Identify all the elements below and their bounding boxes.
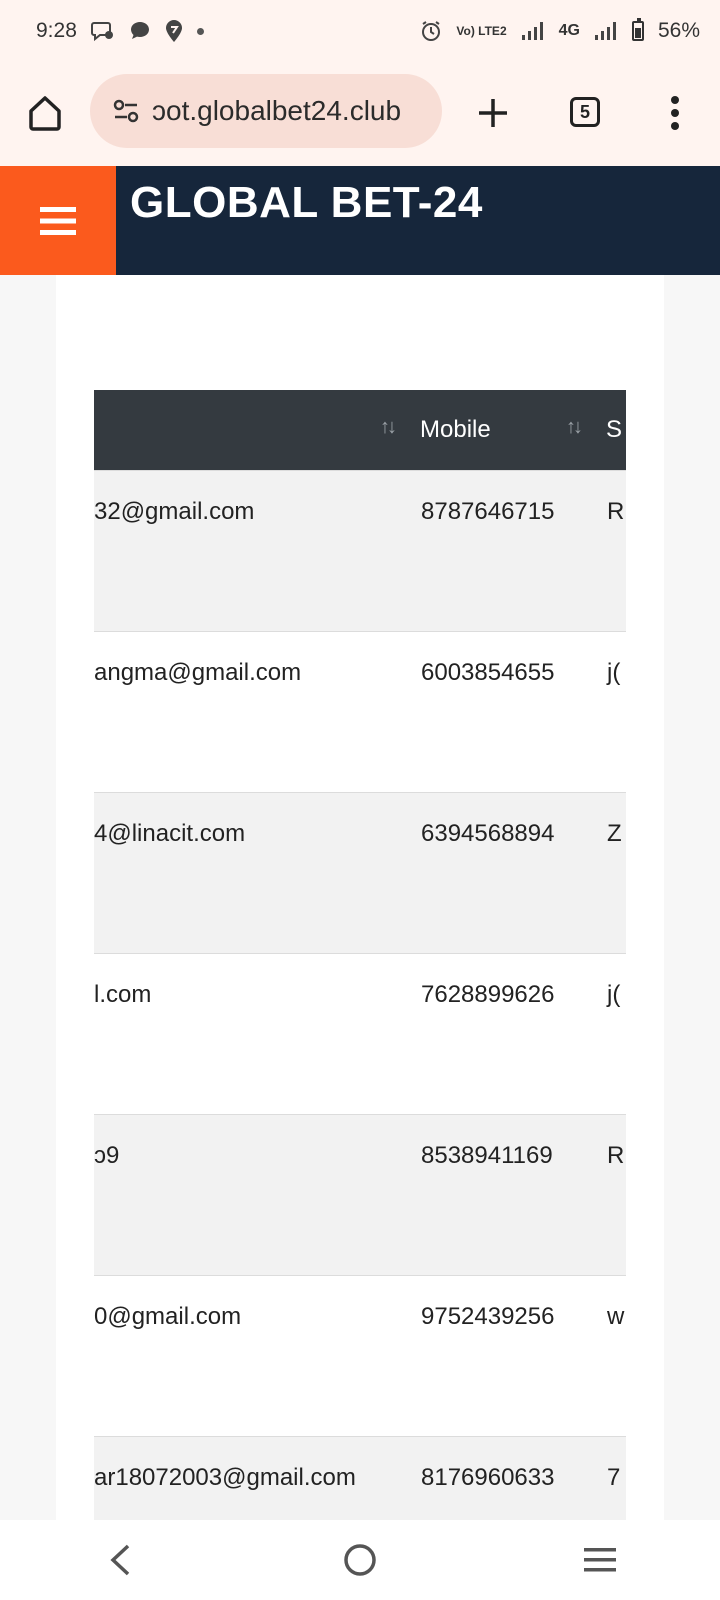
- messenger-notification-icon: [90, 20, 115, 42]
- volte-indicator: Vo) LTE2: [456, 23, 507, 38]
- home-icon: [29, 96, 61, 131]
- email-cell: angma@gmail.com: [94, 658, 302, 686]
- table-row: 32@gmail.com 8787646715 R: [94, 470, 626, 631]
- email-cell: 32@gmail.com: [94, 497, 255, 525]
- alarm-icon: [420, 20, 442, 42]
- header-s[interactable]: S: [606, 390, 626, 470]
- recents-button[interactable]: [560, 1530, 640, 1590]
- header-mobile[interactable]: Mobile ↑↓: [420, 390, 606, 470]
- table-row: ar18072003@gmail.com 8176960633 7: [94, 1436, 626, 1520]
- tab-switcher-button[interactable]: 5: [565, 92, 605, 132]
- chat-notification-icon: [129, 20, 151, 42]
- s-cell: R: [607, 1141, 625, 1169]
- mobile-cell: 8538941169: [421, 1141, 553, 1169]
- s-cell: j(: [607, 658, 621, 686]
- clock: 9:28: [36, 19, 77, 42]
- mobile-cell: 6003854655: [421, 658, 555, 686]
- site-header: GLOBAL BET-24: [0, 166, 720, 275]
- site-title: GLOBAL BET-24: [130, 178, 483, 227]
- home-circle-icon: [344, 1544, 376, 1576]
- table-row: l.com 7628899626 j(: [94, 953, 626, 1114]
- url-text: ɔot.globalbet24.club: [152, 95, 402, 126]
- signal-strength-2-icon: [594, 21, 618, 41]
- header-mobile-label: Mobile: [420, 415, 491, 443]
- hamburger-icon: [40, 206, 76, 235]
- email-cell: 0@gmail.com: [94, 1302, 242, 1330]
- battery-icon: [631, 18, 644, 41]
- mobile-cell: 8787646715: [421, 497, 555, 525]
- sort-icon: ↑↓: [380, 416, 397, 438]
- home-nav-button[interactable]: [320, 1530, 400, 1590]
- s-cell: w: [607, 1302, 625, 1330]
- table-row: angma@gmail.com 6003854655 j(: [94, 631, 626, 792]
- email-cell: ɔ9: [94, 1141, 120, 1169]
- table-row: 4@linacit.com 6394568894 Z: [94, 792, 626, 953]
- header-s-label: S: [606, 415, 623, 443]
- table-header-row: ↑↓ Mobile ↑↓ S: [94, 390, 626, 470]
- back-button[interactable]: [80, 1530, 160, 1590]
- status-bar: 9:28 Vo) LTE2 4G 56%: [0, 0, 720, 62]
- recents-lines-icon: [584, 1548, 616, 1572]
- tab-count: 5: [570, 97, 600, 127]
- s-cell: Z: [607, 819, 622, 847]
- email-cell: 4@linacit.com: [94, 819, 246, 847]
- header-email[interactable]: ↑↓: [94, 390, 420, 470]
- swiggy-notification-icon: [165, 19, 183, 43]
- s-cell: 7: [607, 1463, 621, 1491]
- table-row: 0@gmail.com 9752439256 w: [94, 1275, 626, 1436]
- signal-strength-icon: [521, 21, 545, 41]
- network-type-label: 4G: [558, 22, 580, 39]
- more-vert-icon: [671, 96, 679, 130]
- plus-icon: [479, 99, 507, 127]
- email-cell: l.com: [94, 980, 152, 1008]
- browser-menu-button[interactable]: [652, 90, 698, 136]
- status-bar-right: Vo) LTE2 4G 56%: [420, 18, 700, 43]
- s-cell: j(: [607, 980, 621, 1008]
- mobile-cell: 7628899626: [421, 980, 555, 1008]
- email-cell: ar18072003@gmail.com: [94, 1463, 356, 1491]
- s-cell: R: [607, 497, 625, 525]
- mobile-cell: 8176960633: [421, 1463, 555, 1491]
- table-row: ɔ9 8538941169 R: [94, 1114, 626, 1275]
- browser-toolbar: ɔot.globalbet24.club 5: [0, 62, 720, 166]
- home-button[interactable]: [22, 90, 68, 136]
- address-bar[interactable]: ɔot.globalbet24.club: [90, 74, 442, 148]
- site-settings-icon[interactable]: [108, 93, 144, 129]
- sort-icon: ↑↓: [566, 416, 583, 438]
- back-chevron-icon: [110, 1544, 130, 1576]
- system-navigation-bar: [0, 1520, 720, 1600]
- status-bar-left: 9:28: [36, 19, 204, 43]
- new-tab-button[interactable]: [470, 90, 516, 136]
- users-table-container[interactable]: ↑↓ Mobile ↑↓ S 32@gmail.com 8787646715 R…: [94, 390, 626, 1520]
- more-notifications-dot-icon: [196, 27, 204, 35]
- battery-percent: 56%: [657, 19, 700, 42]
- mobile-cell: 6394568894: [421, 819, 555, 847]
- site-menu-button[interactable]: [0, 166, 116, 275]
- mobile-cell: 9752439256: [421, 1302, 555, 1330]
- users-table: ↑↓ Mobile ↑↓ S 32@gmail.com 8787646715 R…: [94, 390, 626, 1520]
